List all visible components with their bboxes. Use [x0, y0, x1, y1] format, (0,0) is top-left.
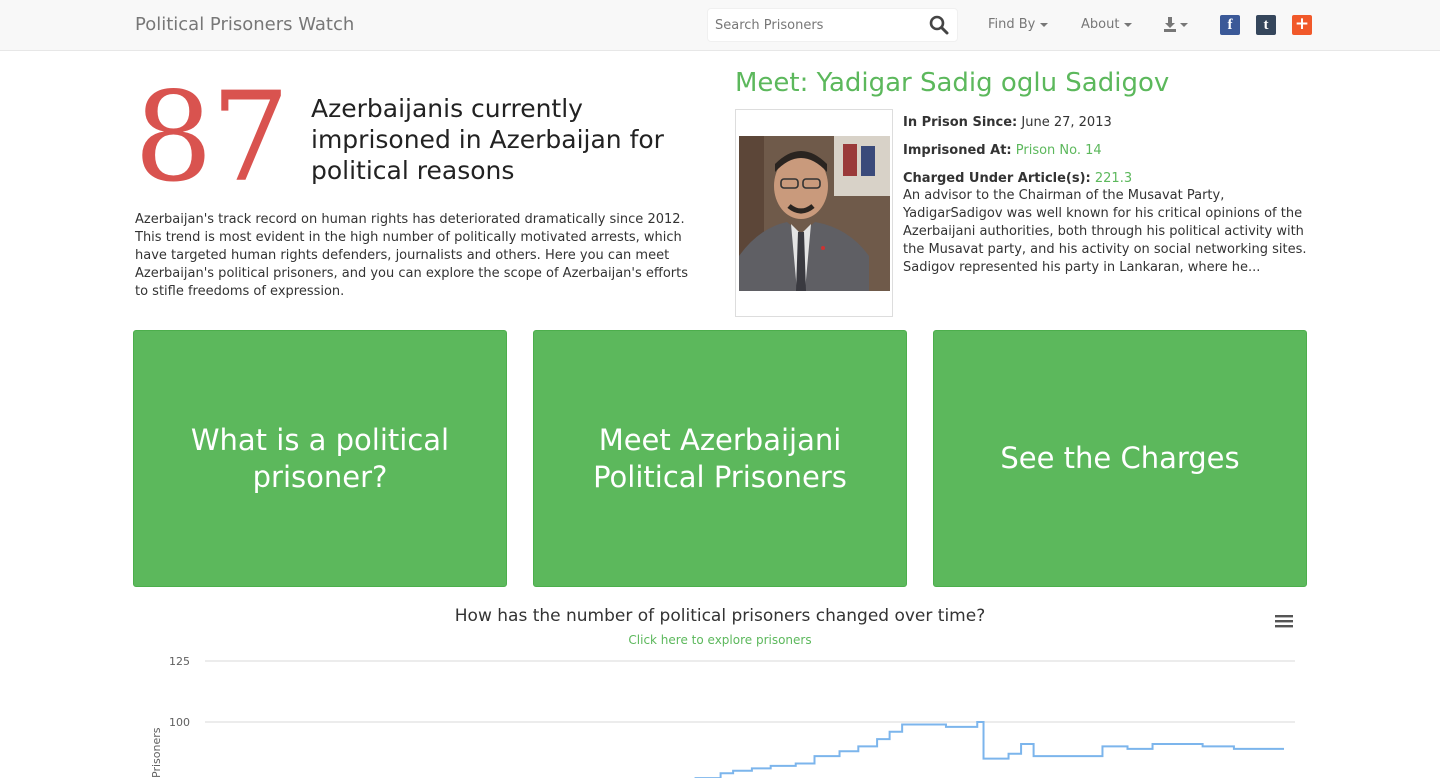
tile-meet-prisoners[interactable]: Meet Azerbaijani Political Prisoners	[533, 330, 907, 587]
prison-link[interactable]: Prison No. 14	[1016, 143, 1102, 158]
chart-title: How has the number of political prisoner…	[454, 606, 986, 626]
charged-under-label: Charged Under Article(s):	[903, 171, 1091, 186]
in-prison-since-label: In Prison Since:	[903, 115, 1018, 130]
brand-link[interactable]: Political Prisoners Watch	[135, 14, 354, 35]
y-tick-label-100: 100	[169, 716, 190, 729]
series-line-0[interactable]	[658, 721, 1284, 778]
facebook-icon[interactable]: f	[1220, 15, 1240, 35]
imprisoned-at: Imprisoned At: Prison No. 14	[903, 143, 1102, 158]
prisoner-photo	[739, 136, 890, 291]
search-box	[707, 8, 958, 42]
chart-area: 125 100 Prisoners	[150, 655, 1295, 778]
search-input[interactable]	[708, 9, 923, 41]
chevron-down-icon	[1040, 22, 1049, 27]
navbar: Political Prisoners Watch Find By About …	[0, 0, 1440, 51]
y-tick-label-125: 125	[169, 655, 190, 668]
tile-what-is-political-prisoner[interactable]: What is a political prisoner?	[133, 330, 507, 587]
tumblr-icon[interactable]: t	[1256, 15, 1276, 35]
intro-paragraph: Azerbaijan's track record on human right…	[135, 212, 688, 299]
nav-find-by-label: Find By	[988, 17, 1036, 32]
y-axis-label: Prisoners	[150, 727, 163, 778]
chevron-down-icon	[1124, 22, 1133, 27]
tile-see-charges[interactable]: See the Charges	[933, 330, 1307, 587]
nav-find-by-dropdown[interactable]: Find By	[988, 17, 1049, 32]
featured-prisoner-title[interactable]: Meet: Yadigar Sadig oglu Sadigov	[735, 68, 1169, 98]
nav-about-dropdown[interactable]: About	[1081, 17, 1133, 32]
article-link[interactable]: 221.3	[1095, 171, 1132, 186]
search-icon[interactable]	[929, 15, 949, 35]
download-dropdown[interactable]	[1164, 17, 1192, 33]
in-prison-since-value: June 27, 2013	[1021, 115, 1112, 130]
nav-about-label: About	[1081, 17, 1120, 32]
charged-under: Charged Under Article(s): 221.3	[903, 171, 1132, 186]
hero-headline: Azerbaijanis currently imprisoned in Aze…	[311, 94, 664, 185]
prisoner-photo-frame[interactable]	[735, 109, 893, 317]
imprisoned-at-label: Imprisoned At:	[903, 143, 1012, 158]
in-prison-since: In Prison Since: June 27, 2013	[903, 115, 1112, 130]
prisoner-count: 87	[134, 66, 290, 210]
share-plus-icon[interactable]: +	[1292, 15, 1312, 35]
prisoner-bio: An advisor to the Chairman of the Musava…	[903, 188, 1307, 275]
download-icon	[1164, 17, 1188, 32]
chart-menu-icon[interactable]	[1274, 613, 1294, 629]
